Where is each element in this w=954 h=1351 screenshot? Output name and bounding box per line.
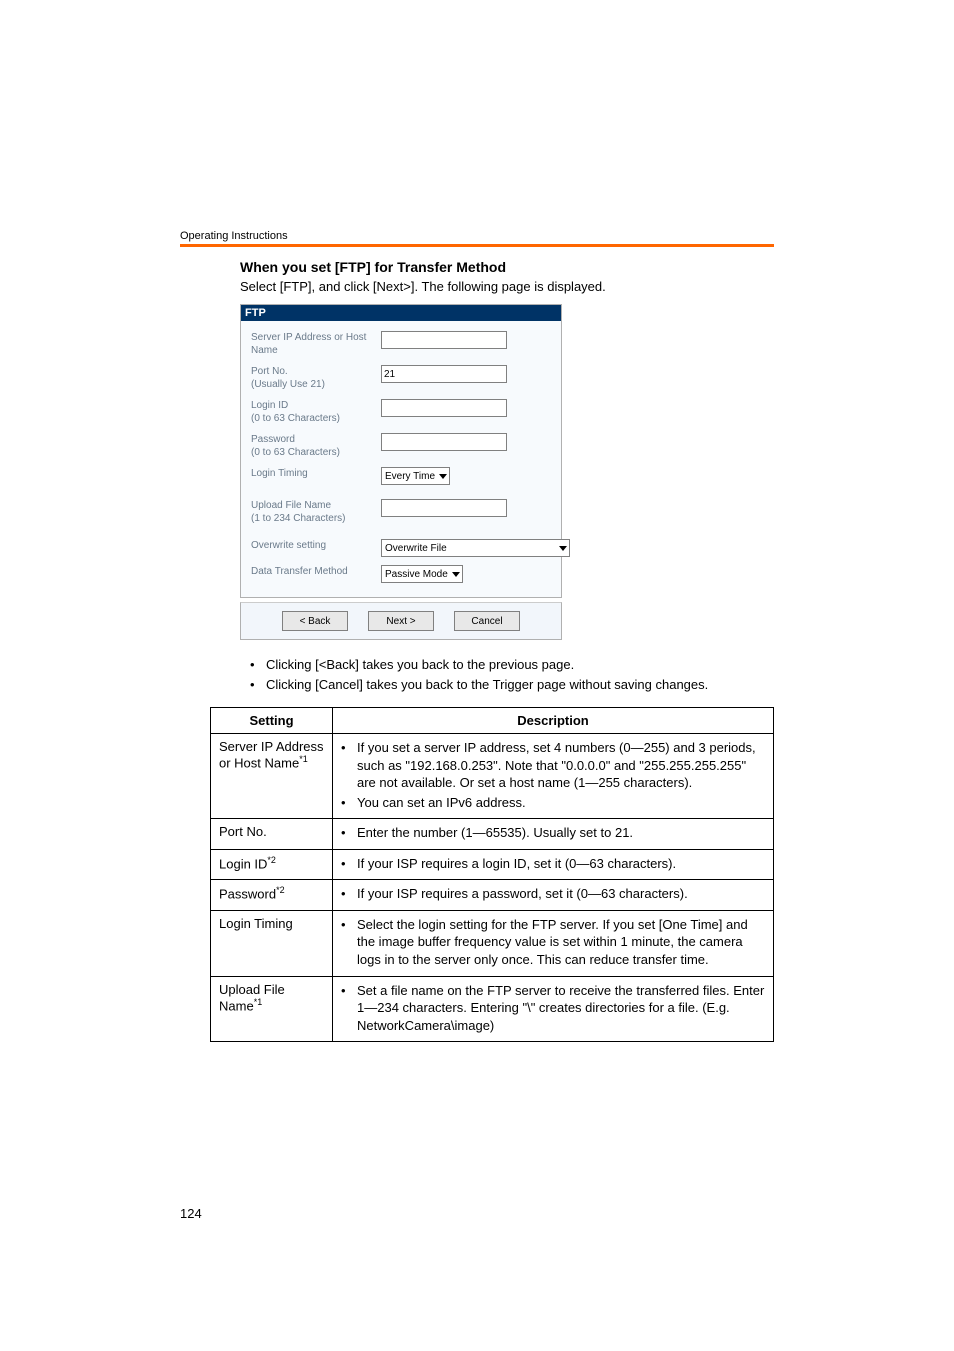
cancel-button[interactable]: Cancel (454, 611, 520, 631)
desc-bullet: If your ISP requires a login ID, set it … (341, 855, 765, 873)
cell-description: If you set a server IP address, set 4 nu… (333, 734, 774, 819)
cell-setting: Password*2 (211, 880, 333, 911)
document-page: Operating Instructions When you set [FTP… (0, 0, 954, 1351)
table-row: Upload File Name*1 Set a file name on th… (211, 976, 774, 1042)
form-row-login: Login ID (0 to 63 Characters) (251, 395, 551, 429)
form-row-method: Data Transfer Method Passive Mode (251, 561, 551, 587)
cell-setting: Login ID*2 (211, 849, 333, 880)
server-ip-label: Server IP Address or Host Name (251, 331, 381, 357)
footnote-ref: *2 (267, 855, 276, 865)
cell-description: If your ISP requires a login ID, set it … (333, 849, 774, 880)
upload-file-label: Upload File Name (1 to 234 Characters) (251, 499, 381, 525)
form-row-server: Server IP Address or Host Name (251, 327, 551, 361)
upload-file-input[interactable] (381, 499, 507, 517)
footnote-ref: *2 (276, 885, 285, 895)
password-label: Password (0 to 63 Characters) (251, 433, 381, 459)
form-buttons-screenshot: < Back Next > Cancel (240, 602, 774, 640)
form-row-overwrite: Overwrite setting Overwrite File (251, 535, 551, 561)
desc-bullet: If your ISP requires a password, set it … (341, 885, 765, 903)
ftp-form-screenshot: FTP Server IP Address or Host Name Port … (240, 304, 562, 598)
login-timing-label: Login Timing (251, 467, 381, 480)
port-label: Port No. (Usually Use 21) (251, 365, 381, 391)
desc-bullet: If you set a server IP address, set 4 nu… (341, 739, 765, 792)
cell-setting: Port No. (211, 819, 333, 850)
overwrite-select[interactable]: Overwrite File (381, 539, 570, 557)
form-row-upload: Upload File Name (1 to 234 Characters) (251, 489, 551, 535)
table-row: Server IP Address or Host Name*1 If you … (211, 734, 774, 819)
notes-list: Clicking [<Back] takes you back to the p… (250, 656, 774, 693)
desc-bullet: Enter the number (1—65535). Usually set … (341, 824, 765, 842)
note-cancel: Clicking [Cancel] takes you back to the … (250, 676, 774, 694)
form-row-password: Password (0 to 63 Characters) (251, 429, 551, 463)
cell-description: If your ISP requires a password, set it … (333, 880, 774, 911)
footnote-ref: *1 (299, 754, 308, 764)
server-ip-input[interactable] (381, 331, 507, 349)
desc-bullet: Set a file name on the FTP server to rec… (341, 982, 765, 1035)
transfer-method-select[interactable]: Passive Mode (381, 565, 463, 583)
overwrite-label: Overwrite setting (251, 539, 381, 552)
section-heading: When you set [FTP] for Transfer Method (240, 259, 774, 275)
cell-setting: Login Timing (211, 910, 333, 976)
table-row: Login ID*2 If your ISP requires a login … (211, 849, 774, 880)
login-timing-select[interactable]: Every Time (381, 467, 450, 485)
form-title-bar: FTP (241, 305, 561, 321)
cell-setting: Server IP Address or Host Name*1 (211, 734, 333, 819)
transfer-method-label: Data Transfer Method (251, 565, 381, 578)
form-row-port: Port No. (Usually Use 21) 21 (251, 361, 551, 395)
cell-description: Select the login setting for the FTP ser… (333, 910, 774, 976)
back-button[interactable]: < Back (282, 611, 348, 631)
page-number: 124 (180, 1206, 202, 1221)
note-back: Clicking [<Back] takes you back to the p… (250, 656, 774, 674)
footnote-ref: *1 (254, 997, 263, 1007)
port-input[interactable]: 21 (381, 365, 507, 383)
cell-setting: Upload File Name*1 (211, 976, 333, 1042)
th-setting: Setting (211, 708, 333, 734)
settings-table: Setting Description Server IP Address or… (210, 707, 774, 1042)
cell-description: Set a file name on the FTP server to rec… (333, 976, 774, 1042)
running-header: Operating Instructions (180, 230, 774, 242)
th-description: Description (333, 708, 774, 734)
cell-description: Enter the number (1—65535). Usually set … (333, 819, 774, 850)
header-rule (180, 244, 774, 247)
login-id-label: Login ID (0 to 63 Characters) (251, 399, 381, 425)
table-row: Password*2 If your ISP requires a passwo… (211, 880, 774, 911)
table-row: Login Timing Select the login setting fo… (211, 910, 774, 976)
login-id-input[interactable] (381, 399, 507, 417)
desc-bullet: You can set an IPv6 address. (341, 794, 765, 812)
table-row: Port No. Enter the number (1—65535). Usu… (211, 819, 774, 850)
next-button[interactable]: Next > (368, 611, 434, 631)
form-row-timing: Login Timing Every Time (251, 463, 551, 489)
form-body: Server IP Address or Host Name Port No. … (241, 321, 561, 597)
intro-text: Select [FTP], and click [Next>]. The fol… (240, 279, 774, 294)
desc-bullet: Select the login setting for the FTP ser… (341, 916, 765, 969)
password-input[interactable] (381, 433, 507, 451)
